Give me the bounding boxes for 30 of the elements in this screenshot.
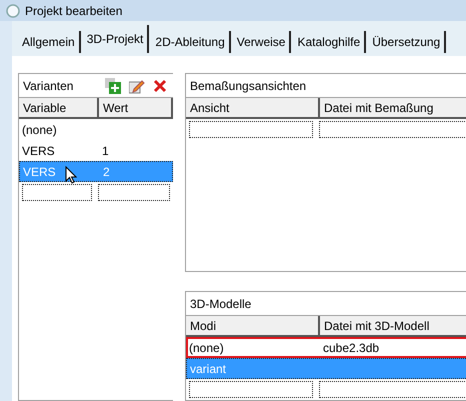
table-cell-text: (none) <box>22 122 57 138</box>
panel-title: Bemaßungsansichten <box>190 78 308 94</box>
column-header[interactable]: Wert <box>99 98 173 117</box>
table-cell-text: 1 <box>102 142 109 160</box>
table-cell-text: 2 <box>103 164 110 180</box>
input-field[interactable] <box>319 121 466 138</box>
input-field[interactable] <box>98 184 170 201</box>
column-header[interactable]: Modi <box>186 316 320 335</box>
panel-title: Varianten <box>23 78 74 94</box>
column-header[interactable]: Variable <box>19 98 99 117</box>
input-field[interactable] <box>189 121 313 138</box>
table-cell-text: VERS <box>23 164 56 180</box>
column-header[interactable]: Ansicht <box>186 98 320 117</box>
table-cell-text: VERS <box>22 142 55 160</box>
column-header[interactable]: Datei mit 3D-Modell <box>320 316 466 335</box>
cursor-icon <box>65 166 77 184</box>
panel-title: 3D-Modelle <box>190 296 252 312</box>
edit-icon[interactable] <box>129 78 145 94</box>
input-field[interactable] <box>189 381 313 398</box>
input-field[interactable] <box>319 381 466 398</box>
table-cell-text: (none) <box>189 340 224 356</box>
table-cell-text: cube2.3db <box>323 340 380 356</box>
table-cell-text: variant <box>190 360 226 378</box>
app-icon <box>6 4 20 18</box>
add-icon[interactable] <box>105 78 121 94</box>
input-field[interactable] <box>22 184 92 201</box>
delete-icon[interactable] <box>153 78 167 92</box>
column-header[interactable]: Datei mit Bemaßung <box>320 98 466 117</box>
window-title: Projekt bearbeiten <box>25 2 122 20</box>
table-row[interactable]: (none) cube2.3db <box>186 337 466 358</box>
